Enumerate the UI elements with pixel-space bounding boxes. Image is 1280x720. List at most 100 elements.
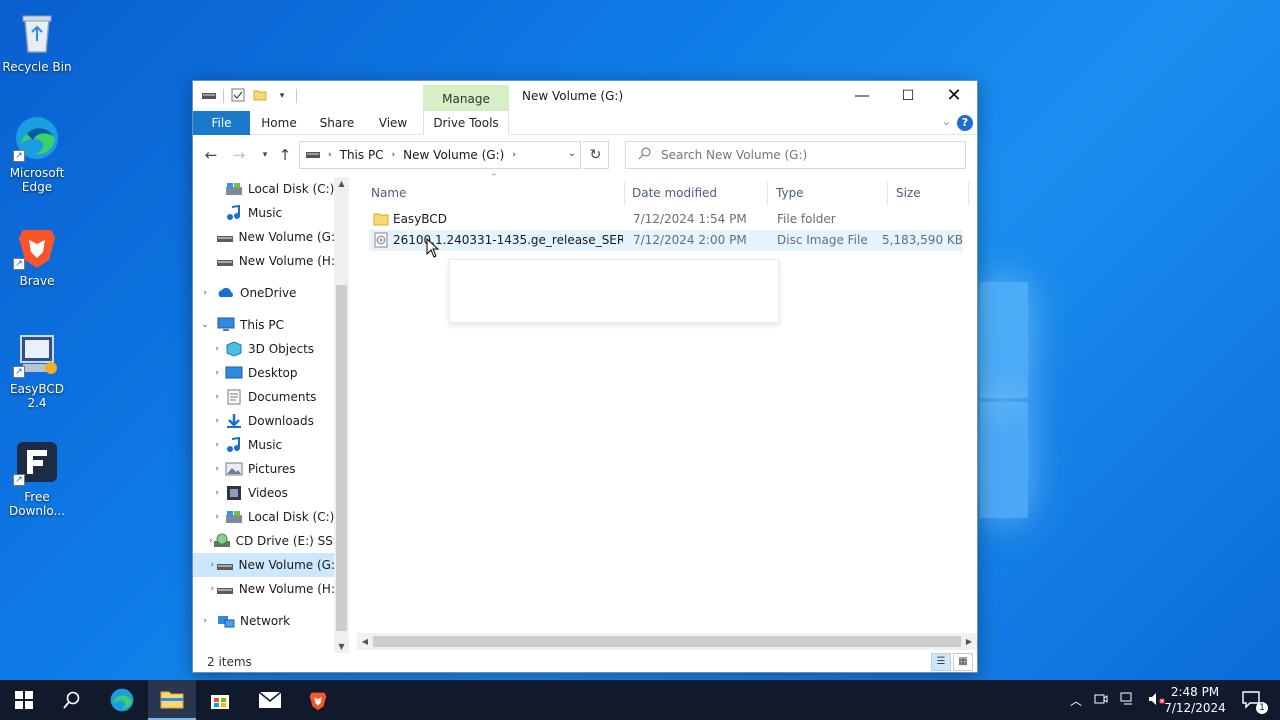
tab-share[interactable]: Share <box>311 111 363 135</box>
tab-view[interactable]: View <box>369 111 417 135</box>
show-hidden-icons-icon[interactable]: ︿ <box>1070 692 1082 709</box>
expand-chevron-icon[interactable]: › <box>193 392 225 402</box>
breadcrumb-separator-icon: › <box>512 150 516 160</box>
expand-chevron-icon[interactable]: › <box>193 464 225 474</box>
scroll-up-icon[interactable]: ▲ <box>334 179 349 188</box>
nav-item-local-disk-c[interactable]: Local Disk (C:) <box>193 177 335 201</box>
help-icon[interactable]: ? <box>957 115 973 131</box>
desktop-icon-free-download-manager[interactable]: ↗ Free Downlo... <box>2 438 72 518</box>
column-header-type[interactable]: Type <box>768 181 888 205</box>
nav-item-onedrive[interactable]: › OneDrive <box>193 281 335 305</box>
expand-chevron-icon[interactable]: › <box>193 616 217 626</box>
address-dropdown-icon[interactable]: ⌄ <box>568 148 576 159</box>
drive-icon <box>216 581 234 597</box>
expand-chevron-icon[interactable]: › <box>193 512 225 522</box>
horizontal-scrollbar[interactable]: ◀ ▶ <box>357 633 977 650</box>
desktop-icon-recycle-bin[interactable]: Recycle Bin <box>2 8 72 74</box>
minimize-button[interactable]: ― <box>839 81 885 111</box>
expand-chevron-icon[interactable]: › <box>193 488 225 498</box>
nav-item-new-volume-g[interactable]: › New Volume (G: <box>193 553 335 577</box>
nav-item-this-pc[interactable]: ⌄ This PC <box>193 313 335 337</box>
nav-item-pictures[interactable]: › Pictures <box>193 457 335 481</box>
nav-item-music[interactable]: › Music <box>193 433 335 457</box>
taskbar-edge[interactable] <box>98 680 146 720</box>
nav-item-local-disk-c-pc[interactable]: › Local Disk (C:) <box>193 505 335 529</box>
nav-item-new-volume-h-quick[interactable]: New Volume (H: <box>193 249 335 273</box>
file-name: EasyBCD <box>393 212 447 226</box>
back-button[interactable]: ← <box>201 145 221 165</box>
breadcrumb-this-pc[interactable]: This PC <box>340 148 384 162</box>
refresh-button[interactable]: ↻ <box>583 141 609 169</box>
file-row-disc-image[interactable]: 26100.1.240331-1435.ge_release_SERVER_..… <box>369 230 963 251</box>
scroll-left-icon[interactable]: ◀ <box>357 633 373 650</box>
scrollbar-thumb[interactable] <box>336 285 347 631</box>
breadcrumb-new-volume[interactable]: New Volume (G:) <box>403 148 504 162</box>
nav-item-label: New Volume (G: <box>238 558 335 572</box>
nav-item-documents[interactable]: › Documents <box>193 385 335 409</box>
address-bar[interactable]: › This PC › New Volume (G:) › ⌄ <box>299 141 581 169</box>
collapse-chevron-icon[interactable]: ⌄ <box>193 320 217 330</box>
title-bar[interactable]: ▾ Manage New Volume (G:) ― ☐ ✕ <box>193 81 977 113</box>
column-header-date-modified[interactable]: Date modified <box>624 181 768 205</box>
nav-item-new-volume-g-quick[interactable]: New Volume (G: <box>193 225 335 249</box>
taskbar-clock[interactable]: 2:48 PM 7/12/2024 <box>1164 684 1226 716</box>
new-folder-icon[interactable] <box>252 88 268 104</box>
expand-chevron-icon[interactable]: › <box>193 536 213 546</box>
scrollbar-thumb[interactable] <box>373 636 961 647</box>
file-row-easybcd[interactable]: EasyBCD 7/12/2024 1:54 PM File folder <box>369 209 963 230</box>
tab-file[interactable]: File <box>193 111 250 135</box>
desktop-icon-easybcd[interactable]: ↗ EasyBCD 2.4 <box>2 330 72 410</box>
nav-item-3d-objects[interactable]: › 3D Objects <box>193 337 335 361</box>
network-status-icon[interactable] <box>1120 692 1136 709</box>
nav-item-label: OneDrive <box>240 286 297 300</box>
expand-chevron-icon[interactable]: › <box>193 440 225 450</box>
taskbar-microsoft-store[interactable] <box>196 680 244 720</box>
expand-chevron-icon[interactable]: › <box>193 560 216 570</box>
nav-item-videos[interactable]: › Videos <box>193 481 335 505</box>
expand-chevron-icon[interactable]: › <box>193 288 217 298</box>
tab-manage[interactable]: Manage <box>423 85 509 113</box>
column-header-size[interactable]: Size <box>888 181 969 205</box>
tab-home[interactable]: Home <box>253 111 305 135</box>
nav-item-music-quick[interactable]: Music <box>193 201 335 225</box>
maximize-button[interactable]: ☐ <box>885 81 931 111</box>
expand-chevron-icon[interactable]: › <box>193 344 225 354</box>
taskbar-brave[interactable] <box>294 680 342 720</box>
search-input[interactable] <box>661 148 941 162</box>
nav-item-downloads[interactable]: › Downloads <box>193 409 335 433</box>
nav-item-label: Downloads <box>248 414 314 428</box>
column-header-name[interactable]: Name <box>363 181 625 205</box>
up-button[interactable]: ↑ <box>275 145 295 165</box>
taskbar-mail[interactable] <box>246 680 294 720</box>
shortcut-arrow-icon: ↗ <box>13 258 25 270</box>
expand-chevron-icon[interactable]: › <box>193 584 216 594</box>
close-button[interactable]: ✕ <box>931 81 977 111</box>
properties-icon[interactable] <box>230 88 246 104</box>
taskbar-file-explorer[interactable] <box>148 680 196 720</box>
expand-chevron-icon[interactable]: › <box>193 416 225 426</box>
customize-quick-access-icon[interactable]: ▾ <box>274 88 290 104</box>
desktop-icon-brave[interactable]: ↗ Brave <box>2 222 72 288</box>
nav-item-new-volume-h[interactable]: › New Volume (H: <box>193 577 335 601</box>
scroll-right-icon[interactable]: ▶ <box>961 633 977 650</box>
forward-button[interactable]: → <box>229 145 249 165</box>
action-center-button[interactable]: 1 <box>1232 680 1272 720</box>
desktop-icon-microsoft-edge[interactable]: ↗ Microsoft Edge <box>2 114 72 194</box>
nav-item-network[interactable]: › Network <box>193 609 335 633</box>
expand-ribbon-icon[interactable]: ⌄ <box>942 115 951 128</box>
meet-now-icon[interactable] <box>1094 692 1108 709</box>
start-button[interactable] <box>0 680 48 720</box>
expand-chevron-icon[interactable]: › <box>193 368 225 378</box>
large-icons-view-icon[interactable]: ▦ <box>953 653 973 671</box>
tab-drive-tools[interactable]: Drive Tools <box>423 111 509 135</box>
nav-item-desktop[interactable]: › Desktop <box>193 361 335 385</box>
navigation-pane-scrollbar[interactable]: ▲ ▼ <box>334 177 349 653</box>
recent-locations-icon[interactable]: ▾ <box>255 145 275 165</box>
scroll-down-icon[interactable]: ▼ <box>334 642 349 651</box>
details-view-icon[interactable]: ☰ <box>931 653 951 671</box>
navigation-pane: Local Disk (C:) Music New Volume (G: New… <box>193 177 349 653</box>
recycle-bin-icon <box>13 8 61 56</box>
search-taskbar-button[interactable] <box>48 680 96 720</box>
search-box[interactable] <box>625 141 966 169</box>
nav-item-cd-drive-e[interactable]: › CD Drive (E:) SSS <box>193 529 335 553</box>
